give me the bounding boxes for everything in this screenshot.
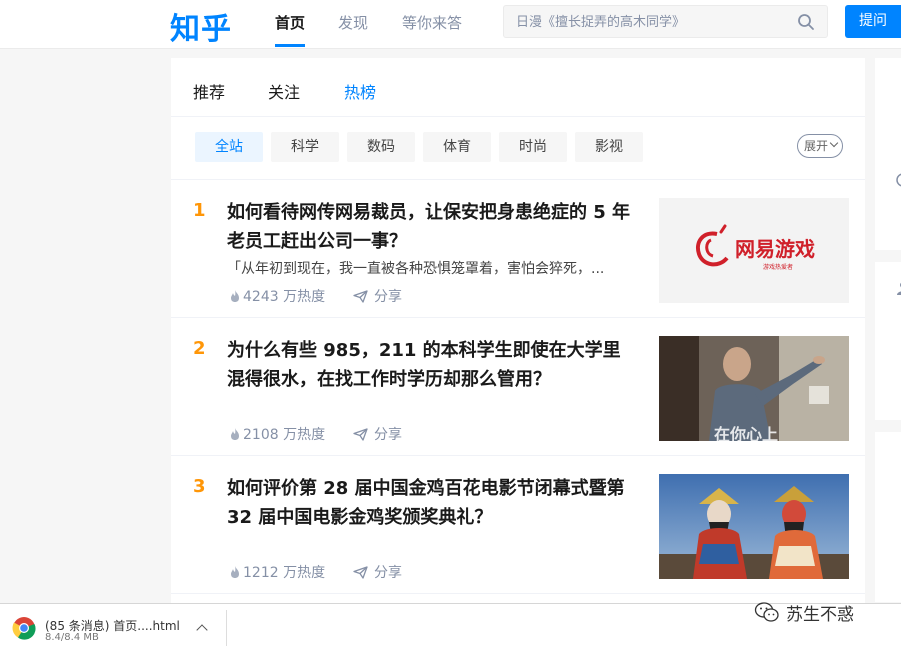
fire-icon [231, 290, 239, 302]
nav-active-indicator [275, 44, 305, 47]
subtitle-caption: 在你心上 [714, 425, 778, 441]
top-header: 知乎 首页 发现 等你来答 提问 [0, 0, 901, 49]
right-sidebar-card [875, 262, 901, 420]
question-title[interactable]: 如何看待网传网易裁员，让保安把身患绝症的 5 年老员工赶出公司一事？ [227, 198, 637, 256]
filter-sports[interactable]: 体育 [423, 132, 491, 162]
rank-number: 2 [193, 338, 206, 359]
wechat-icon [754, 602, 779, 622]
chevron-up-icon[interactable] [196, 624, 208, 636]
chrome-file-icon[interactable] [12, 616, 36, 640]
share-plane-icon [353, 289, 368, 303]
heat-metric: 2108 万热度 [229, 424, 325, 444]
hot-list-card: 推荐 关注 热榜 全站 科学 数码 体育 时尚 影视 展开 1 如何看待网传网易… [171, 58, 865, 618]
watermark-text: 苏生不惑 [786, 605, 854, 625]
tab-recommend[interactable]: 推荐 [193, 79, 225, 103]
item-metrics: 2108 万热度 分享 [229, 424, 402, 445]
search-icon[interactable] [797, 13, 815, 31]
rank-number: 1 [193, 200, 206, 221]
answer-excerpt[interactable]: 「从年初到现在，我一直被各种恐惧笼罩着，害怕会猝死，... [227, 258, 637, 278]
heat-metric: 1212 万热度 [229, 562, 325, 582]
download-divider [226, 610, 227, 646]
hot-list-item[interactable]: 2 为什么有些 985，211 的本科学生即使在大学里混得很水，在找工作时学历却… [171, 318, 865, 456]
logo-subline: 游戏热爱者 [763, 263, 793, 271]
clipped-sidebar-icon [896, 173, 901, 187]
share-button[interactable]: 分享 [353, 286, 402, 306]
chevron-down-icon [829, 138, 839, 148]
feed-tabs: 推荐 关注 热榜 [171, 58, 865, 117]
question-thumbnail[interactable]: 网易游戏 游戏热爱者 [659, 198, 849, 303]
heat-metric: 4243 万热度 [229, 286, 325, 306]
right-sidebar-card [875, 432, 901, 602]
filter-fashion[interactable]: 时尚 [499, 132, 567, 162]
heat-value: 1212 万热度 [243, 565, 326, 581]
filter-all[interactable]: 全站 [195, 132, 263, 162]
item-metrics: 4243 万热度 分享 [229, 286, 402, 307]
search-box [503, 5, 828, 39]
heat-value: 4243 万热度 [243, 289, 326, 305]
filter-science[interactable]: 科学 [271, 132, 339, 162]
netease-games-logo: 网易游戏 游戏热爱者 [696, 224, 815, 271]
fire-icon [231, 566, 239, 578]
tab-follow[interactable]: 关注 [268, 79, 300, 103]
fire-icon [231, 428, 239, 440]
nav-waiting-answers[interactable]: 等你来答 [402, 12, 462, 33]
nav-home[interactable]: 首页 [275, 12, 305, 33]
zhihu-logo[interactable]: 知乎 [170, 4, 232, 48]
rank-number: 3 [193, 476, 206, 497]
download-size: 8.4/8.4 MB [45, 632, 99, 643]
clipped-user-icon [897, 282, 901, 295]
share-button[interactable]: 分享 [353, 424, 402, 444]
question-title[interactable]: 为什么有些 985，211 的本科学生即使在大学里混得很水，在找工作时学历却那么… [227, 336, 637, 394]
question-thumbnail[interactable]: 在你心上 [659, 336, 849, 441]
question-thumbnail[interactable] [659, 474, 849, 579]
ask-button[interactable]: 提问 [845, 5, 901, 38]
filter-digital[interactable]: 数码 [347, 132, 415, 162]
filter-film[interactable]: 影视 [575, 132, 643, 162]
heat-value: 2108 万热度 [243, 427, 326, 443]
nav-discover[interactable]: 发现 [338, 12, 368, 33]
item-metrics: 1212 万热度 分享 [229, 562, 402, 583]
drama-still-image: 在你心上 [659, 336, 849, 441]
opera-performance-image [659, 474, 849, 579]
expand-button[interactable]: 展开 [797, 134, 843, 158]
share-plane-icon [353, 565, 368, 579]
hot-list-item[interactable]: 1 如何看待网传网易裁员，让保安把身患绝症的 5 年老员工赶出公司一事？ 「从年… [171, 180, 865, 318]
share-button[interactable]: 分享 [353, 562, 402, 582]
share-label: 分享 [374, 289, 402, 305]
expand-label: 展开 [804, 139, 829, 153]
right-sidebar-card [875, 58, 901, 250]
tab-hot[interactable]: 热榜 [344, 79, 376, 103]
category-filters: 全站 科学 数码 体育 时尚 影视 展开 [171, 117, 865, 180]
share-label: 分享 [374, 427, 402, 443]
search-input[interactable] [514, 6, 788, 39]
share-plane-icon [353, 427, 368, 441]
share-label: 分享 [374, 565, 402, 581]
question-title[interactable]: 如何评价第 28 届中国金鸡百花电影节闭幕式暨第 32 届中国电影金鸡奖颁奖典礼… [227, 474, 637, 532]
hot-list-item[interactable]: 3 如何评价第 28 届中国金鸡百花电影节闭幕式暨第 32 届中国电影金鸡奖颁奖… [171, 456, 865, 594]
logo-wordmark: 网易游戏 [735, 237, 815, 261]
